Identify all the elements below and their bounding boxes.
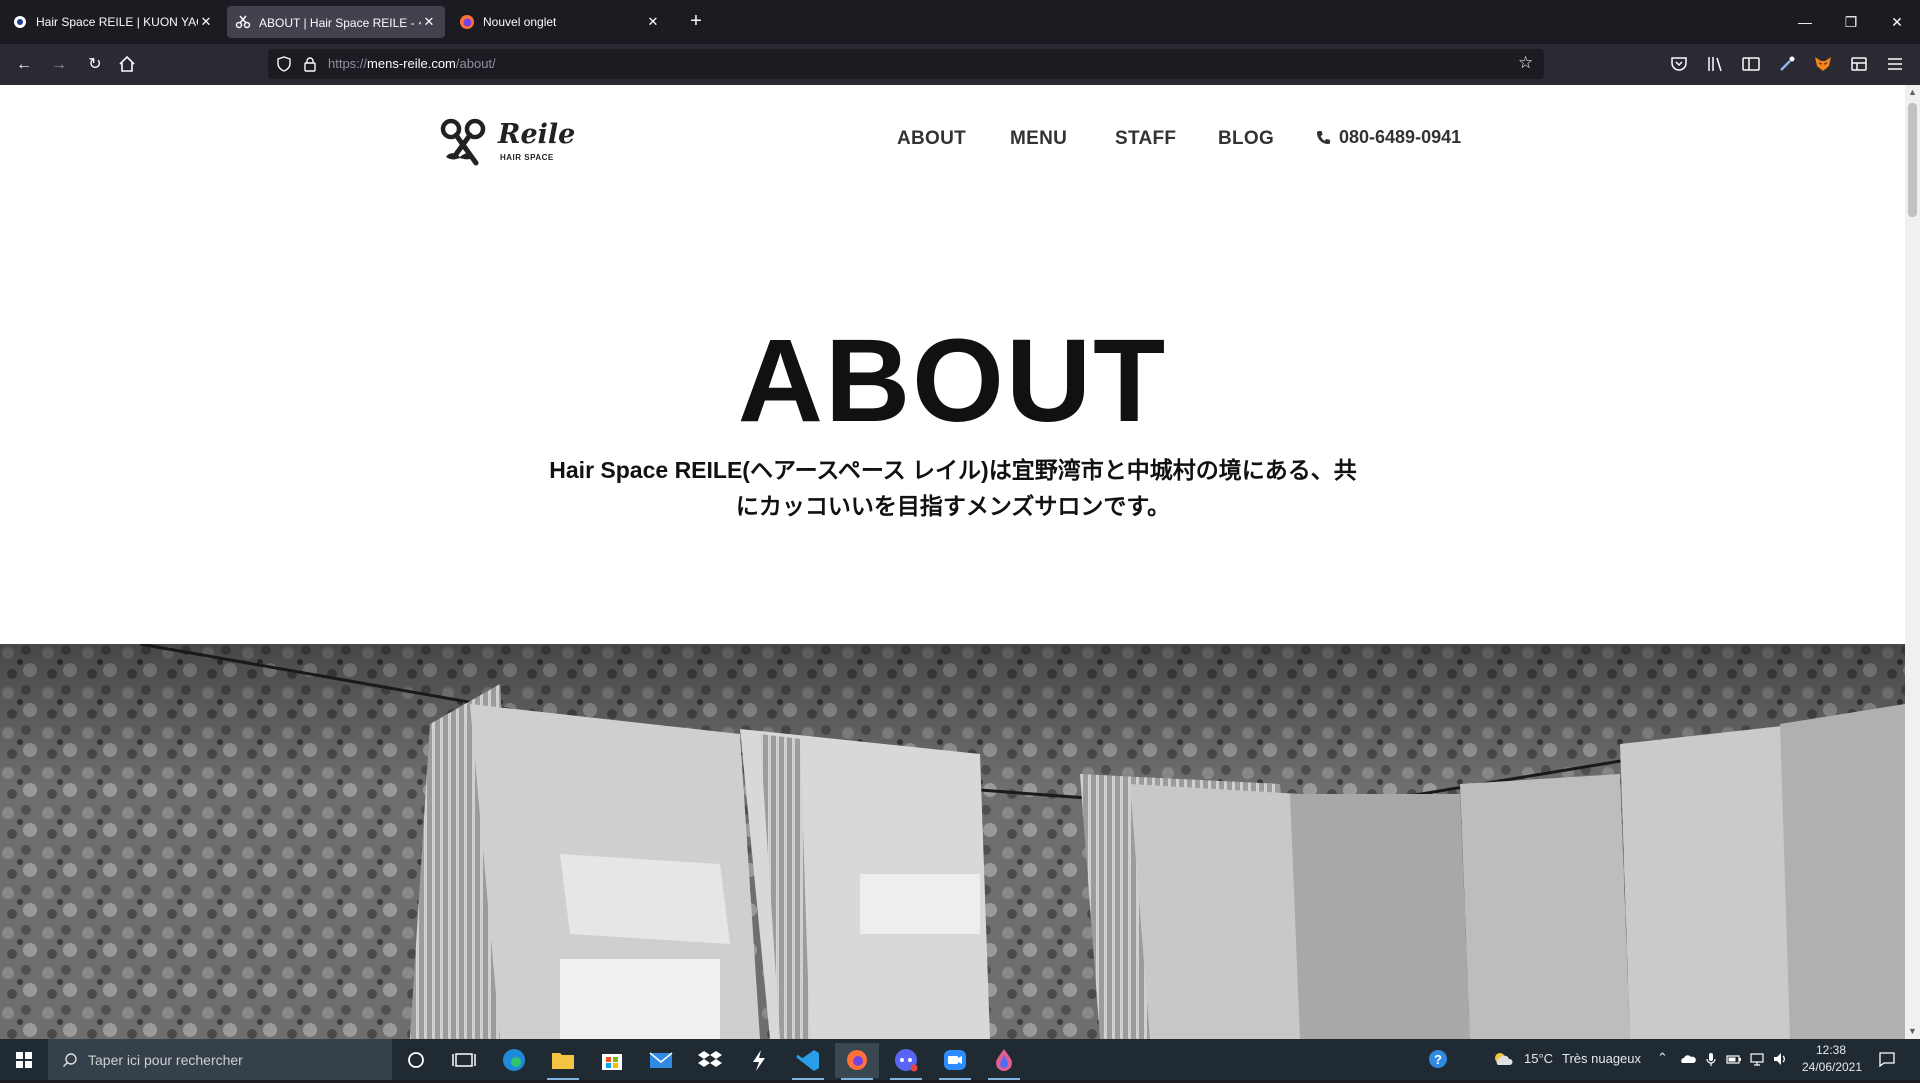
url-path: /about/ — [455, 56, 496, 71]
restore-button[interactable]: ❐ — [1828, 0, 1874, 44]
notification-center-icon[interactable] — [1878, 1050, 1896, 1068]
tab-new-tab[interactable]: Nouvel onglet ✕ — [451, 6, 669, 38]
library-icon[interactable] — [1705, 54, 1725, 74]
store-icon[interactable] — [590, 1043, 634, 1078]
lock-icon[interactable] — [302, 56, 318, 72]
site-favicon-icon — [14, 16, 26, 28]
svg-text:?: ? — [1434, 1052, 1442, 1067]
task-view-icon[interactable] — [442, 1043, 486, 1078]
taskbar-search-box[interactable]: Taper ici pour rechercher — [48, 1039, 392, 1080]
onedrive-icon[interactable] — [1680, 1051, 1696, 1067]
zoom-icon[interactable] — [933, 1043, 977, 1080]
tracking-shield-icon[interactable] — [276, 56, 292, 72]
eyedropper-extension-icon[interactable] — [1777, 54, 1797, 74]
logo-subtext: HAIR SPACE — [500, 153, 554, 162]
pocket-icon[interactable] — [1669, 54, 1689, 74]
site-header: Reile HAIR SPACE ABOUT MENU STAFF BLOG 0… — [0, 85, 1905, 195]
tab-title: Nouvel onglet — [483, 15, 557, 29]
volume-icon[interactable] — [1772, 1051, 1788, 1067]
firefox-icon — [460, 15, 474, 29]
scissors-favicon-icon — [235, 15, 251, 29]
clock-time[interactable]: 12:38 — [1803, 1043, 1859, 1057]
url-text[interactable]: https://mens-reile.com/about/ — [328, 56, 496, 71]
scrollbar-thumb[interactable] — [1908, 103, 1917, 217]
tab-title: ABOUT | Hair Space REILE - ヘア — [259, 15, 421, 30]
logo-wordmark: Reile — [498, 119, 576, 150]
microphone-icon[interactable] — [1703, 1051, 1719, 1067]
bookmark-star-icon[interactable]: ☆ — [1518, 54, 1536, 72]
nav-blog[interactable]: BLOG — [1218, 128, 1274, 150]
back-button[interactable]: ← — [11, 52, 37, 78]
metamask-fox-icon[interactable] — [1813, 54, 1833, 74]
page-title: ABOUT — [737, 315, 1168, 447]
tray-expand-icon[interactable]: ⌃ — [1657, 1050, 1668, 1066]
cortana-icon[interactable] — [394, 1043, 438, 1078]
close-window-button[interactable]: ✕ — [1874, 0, 1920, 44]
tab-hair-space-reile[interactable]: Hair Space REILE | KUON YAGI P ✕ — [4, 6, 222, 38]
sidebar-icon[interactable] — [1741, 54, 1761, 74]
minimize-button[interactable]: — — [1782, 0, 1828, 44]
site-logo[interactable]: Reile HAIR SPACE — [440, 117, 575, 169]
firefox-taskbar-icon[interactable] — [835, 1043, 879, 1080]
clock-date[interactable]: 24/06/2021 — [1800, 1060, 1864, 1074]
close-tab-icon[interactable]: ✕ — [645, 14, 661, 30]
intro-line-1: Hair Space REILE(ヘアースペース レイル)は宜野湾市と中城村の境… — [549, 457, 1357, 483]
reload-button[interactable]: ↻ — [82, 52, 108, 78]
weather-temperature[interactable]: 15°C — [1524, 1051, 1553, 1066]
nav-staff[interactable]: STAFF — [1115, 128, 1176, 150]
page-viewport: Reile HAIR SPACE ABOUT MENU STAFF BLOG 0… — [0, 85, 1905, 1039]
bolt-app-icon[interactable] — [737, 1043, 781, 1078]
battery-icon[interactable] — [1726, 1051, 1742, 1067]
tab-title: Hair Space REILE | KUON YAGI P — [36, 15, 198, 29]
tab-about[interactable]: ABOUT | Hair Space REILE - ヘア ✕ — [227, 6, 445, 38]
search-icon — [63, 1052, 77, 1067]
forward-button[interactable]: → — [46, 52, 72, 78]
file-explorer-icon[interactable] — [541, 1043, 585, 1080]
nav-toolbar: ← → ↻ https://mens-reile.com/about/ ☆ — [0, 44, 1920, 85]
url-host: mens-reile.com — [367, 56, 456, 71]
phone-number: 080-6489-0941 — [1339, 127, 1462, 147]
phone-link[interactable]: 080-6489-0941 — [1316, 127, 1461, 148]
discord-icon[interactable] — [884, 1043, 928, 1080]
scroll-down-arrow-icon[interactable]: ▼ — [1905, 1024, 1920, 1039]
reader-extension-icon[interactable] — [1849, 54, 1869, 74]
home-icon[interactable] — [118, 55, 136, 73]
phone-icon — [1316, 130, 1331, 145]
page-intro: Hair Space REILE(ヘアースペース レイル)は宜野湾市と中城村の境… — [520, 452, 1386, 524]
windows-start-icon[interactable] — [0, 1039, 48, 1080]
nav-about[interactable]: ABOUT — [897, 128, 966, 150]
address-bar[interactable]: https://mens-reile.com/about/ ☆ — [268, 49, 1544, 79]
vscode-icon[interactable] — [786, 1043, 830, 1080]
weather-cloud-icon[interactable] — [1492, 1051, 1514, 1067]
page-scrollbar[interactable]: ▲ ▼ — [1905, 85, 1920, 1039]
close-tab-icon[interactable]: ✕ — [198, 14, 214, 30]
weather-description[interactable]: Très nuageux — [1562, 1051, 1641, 1066]
scroll-up-arrow-icon[interactable]: ▲ — [1905, 85, 1920, 100]
tab-strip: Hair Space REILE | KUON YAGI P ✕ ABOUT |… — [0, 0, 1920, 44]
new-tab-button[interactable]: + — [684, 10, 708, 34]
drop-app-icon[interactable] — [982, 1043, 1026, 1080]
close-tab-icon[interactable]: ✕ — [421, 14, 437, 30]
hero-photo-grayscale-products — [0, 644, 1905, 1039]
scissors-mustache-logo-icon — [440, 118, 486, 166]
nav-menu[interactable]: MENU — [1010, 128, 1067, 150]
search-placeholder: Taper ici pour rechercher — [88, 1051, 243, 1068]
edge-icon[interactable] — [492, 1043, 536, 1078]
help-icon[interactable]: ? — [1428, 1049, 1448, 1069]
windows-taskbar: Taper ici pour rechercher ? 15°C Très nu… — [0, 1039, 1920, 1080]
intro-line-2: にカッコいいを目指すメンズサロンです。 — [735, 493, 1171, 519]
url-scheme: https:// — [328, 56, 368, 71]
hamburger-menu-icon[interactable] — [1885, 54, 1905, 74]
network-icon[interactable] — [1749, 1051, 1765, 1067]
mail-icon[interactable] — [639, 1043, 683, 1078]
dropbox-icon[interactable] — [688, 1043, 732, 1078]
